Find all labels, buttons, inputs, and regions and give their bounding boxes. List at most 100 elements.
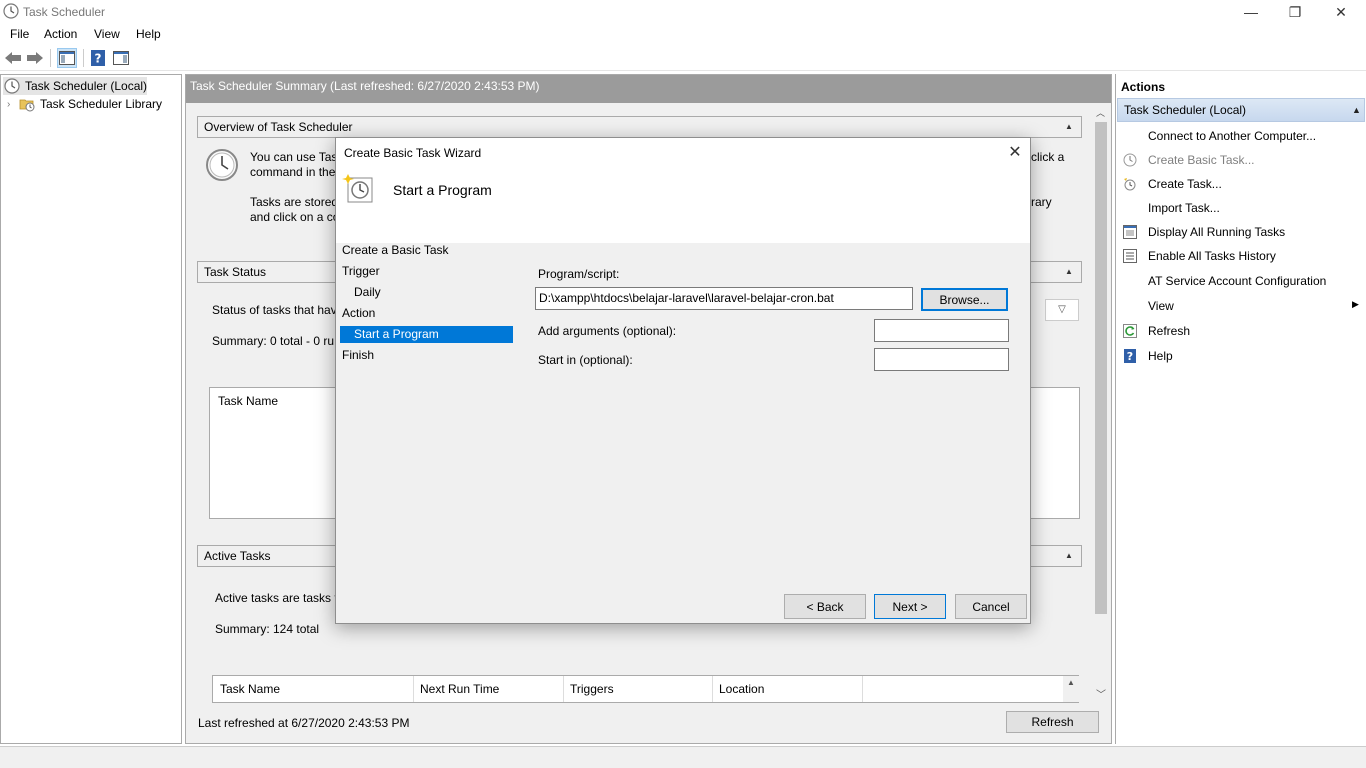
svg-text:?: ?: [95, 52, 102, 66]
last-refreshed-text: Last refreshed at 6/27/2020 2:43:53 PM: [198, 716, 410, 730]
actions-group-task-scheduler-local[interactable]: Task Scheduler (Local) ▲: [1117, 98, 1365, 122]
restore-button[interactable]: ❐: [1272, 0, 1318, 24]
action-label: Create Task...: [1148, 177, 1222, 191]
scroll-up-icon[interactable]: ▲: [1067, 678, 1075, 687]
chevron-right-icon[interactable]: ›: [7, 99, 19, 110]
scrollbar-thumb[interactable]: [1095, 122, 1107, 614]
step-start-a-program: Start a Program: [340, 326, 513, 343]
action-view[interactable]: View ▶: [1116, 294, 1366, 318]
console-tree: Task Scheduler (Local) › Task Scheduler …: [0, 74, 182, 744]
close-window-button[interactable]: ✕: [1318, 0, 1364, 24]
blank-icon: [1122, 298, 1138, 314]
column-label: Location: [719, 682, 765, 696]
center-scrollbar[interactable]: ︿ ﹀: [1092, 104, 1110, 701]
collapse-up-icon[interactable]: ▲: [1063, 266, 1075, 278]
active-tasks-column-task-name[interactable]: Task Name: [213, 676, 414, 702]
active-tasks-column-triggers[interactable]: Triggers: [564, 676, 713, 702]
forward-arrow-icon[interactable]: [25, 48, 45, 68]
column-label: Task Name: [220, 682, 281, 696]
action-import-task[interactable]: Import Task...: [1116, 196, 1366, 220]
action-label: Refresh: [1148, 324, 1191, 338]
action-label: Connect to Another Computer...: [1148, 129, 1317, 143]
step-daily: Daily: [354, 285, 381, 299]
menu-file[interactable]: File: [10, 27, 29, 41]
tree-item-label: Task Scheduler Library: [40, 97, 163, 111]
cancel-button[interactable]: Cancel: [955, 594, 1027, 619]
minimize-button[interactable]: —: [1228, 0, 1274, 24]
back-arrow-icon[interactable]: [3, 48, 23, 68]
overview-text-line1-end: click a: [1031, 150, 1065, 164]
scroll-up-icon[interactable]: ︿: [1096, 106, 1105, 119]
action-enable-all-tasks-history[interactable]: Enable All Tasks History: [1116, 244, 1366, 268]
clock-icon: [1122, 152, 1138, 168]
task-status-summary: Summary: 0 total - 0 ru: [212, 334, 335, 348]
active-tasks-table: Task Name Next Run Time Triggers Locatio…: [212, 675, 1079, 703]
clock-icon: [4, 78, 20, 94]
show-hide-console-tree-icon[interactable]: [57, 48, 77, 68]
task-status-title: Task Status: [204, 265, 267, 279]
actions-title: Actions: [1116, 77, 1366, 97]
step-action: Action: [342, 306, 376, 320]
overview-text-line2-start: command in the: [250, 165, 336, 179]
task-scheduler-clock-icon: [3, 3, 19, 19]
close-icon[interactable]: ✕: [1000, 140, 1030, 166]
menu-view[interactable]: View: [94, 27, 120, 41]
action-create-task[interactable]: Create Task...: [1116, 172, 1366, 196]
toolbar: ?: [0, 45, 1366, 71]
active-tasks-summary: Summary: 124 total: [215, 622, 320, 636]
table-scrollbar[interactable]: ▲: [1063, 676, 1079, 702]
add-arguments-input[interactable]: [874, 319, 1009, 342]
action-connect-to-another-computer[interactable]: Connect to Another Computer...: [1116, 124, 1366, 148]
submenu-arrow-icon: ▶: [1352, 299, 1359, 309]
action-at-service-account-configuration[interactable]: AT Service Account Configuration: [1116, 269, 1366, 293]
blank-icon: [1122, 200, 1138, 216]
active-tasks-column-location[interactable]: Location: [713, 676, 863, 702]
action-help[interactable]: ? Help: [1116, 344, 1366, 368]
collapse-up-icon[interactable]: ▲: [1063, 121, 1075, 133]
status-period-dropdown[interactable]: ▽: [1045, 299, 1079, 321]
svg-text:?: ?: [1127, 350, 1133, 363]
overview-text-line1-start: You can use Task: [250, 150, 344, 164]
overview-section-header[interactable]: Overview of Task Scheduler ▲: [197, 116, 1082, 138]
running-tasks-icon: [1122, 224, 1138, 240]
column-label: Next Run Time: [420, 682, 500, 696]
action-display-all-running-tasks[interactable]: Display All Running Tasks: [1116, 220, 1366, 244]
status-bar: [0, 746, 1366, 768]
collapse-up-icon[interactable]: ▲: [1063, 550, 1075, 562]
action-label: Help: [1148, 349, 1173, 363]
blank-icon: [1122, 128, 1138, 144]
menu-action[interactable]: Action: [44, 27, 77, 41]
action-label: Create Basic Task...: [1148, 153, 1255, 167]
program-script-input[interactable]: D:\xampp\htdocs\belajar-laravel\laravel-…: [535, 287, 913, 310]
tree-item-task-scheduler-library[interactable]: › Task Scheduler Library: [7, 95, 162, 113]
step-finish: Finish: [342, 348, 375, 362]
menu-help[interactable]: Help: [136, 27, 161, 41]
active-tasks-text: Active tasks are tasks th: [215, 591, 345, 605]
toolbar-separator: [50, 49, 51, 67]
action-refresh[interactable]: Refresh: [1116, 319, 1366, 343]
show-hide-action-pane-icon[interactable]: [111, 48, 131, 68]
task-status-text: Status of tasks that have: [212, 303, 344, 317]
actions-group-label: Task Scheduler (Local): [1124, 103, 1247, 117]
back-button[interactable]: < Back: [784, 594, 866, 619]
action-label: Import Task...: [1148, 201, 1220, 215]
tree-item-label: Task Scheduler (Local): [25, 79, 148, 93]
toolbar-separator: [83, 49, 84, 67]
overview-text-line3-end: rary: [1031, 195, 1052, 209]
browse-button[interactable]: Browse...: [921, 288, 1008, 311]
next-button[interactable]: Next >: [874, 594, 946, 619]
title-bar: Task Scheduler — ❐ ✕: [0, 0, 1366, 24]
start-in-input[interactable]: [874, 348, 1009, 371]
wizard-heading: Start a Program: [393, 182, 492, 198]
action-create-basic-task[interactable]: Create Basic Task...: [1116, 148, 1366, 172]
help-icon: ?: [1122, 348, 1138, 364]
tree-item-task-scheduler-local[interactable]: Task Scheduler (Local): [3, 77, 147, 95]
help-toolbar-icon[interactable]: ?: [88, 48, 108, 68]
active-tasks-title: Active Tasks: [204, 549, 271, 563]
column-label: Triggers: [570, 682, 614, 696]
task-status-column-task-name[interactable]: Task Name: [218, 394, 278, 409]
scroll-down-icon[interactable]: ﹀: [1096, 686, 1106, 701]
collapse-up-icon[interactable]: ▲: [1352, 99, 1361, 121]
refresh-button[interactable]: Refresh: [1006, 711, 1099, 733]
active-tasks-column-next-run-time[interactable]: Next Run Time: [414, 676, 564, 702]
